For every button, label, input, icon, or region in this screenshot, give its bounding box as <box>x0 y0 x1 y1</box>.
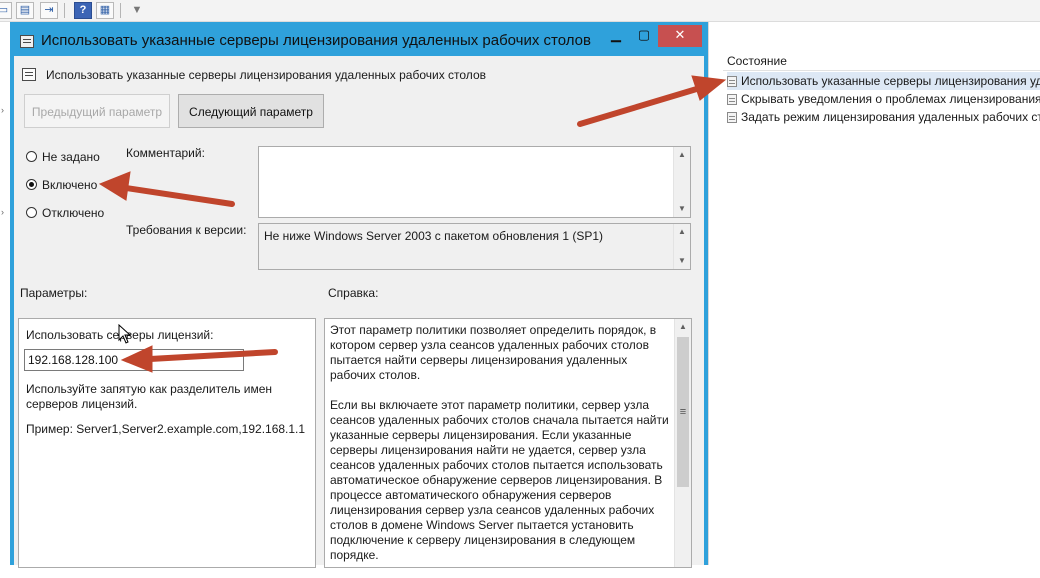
version-scrollbar[interactable]: ▲ ▼ <box>673 224 690 269</box>
comment-textarea[interactable]: ▲ ▼ <box>258 146 691 218</box>
list-item[interactable]: Использовать указанные серверы лицензиро… <box>727 72 1040 90</box>
params-heading: Параметры: <box>20 286 88 300</box>
setting-name: Использовать указанные серверы лицензиро… <box>46 68 486 82</box>
version-label: Требования к версии: <box>126 223 247 237</box>
help-paragraph: Этот параметр политики позволяет определ… <box>330 323 657 382</box>
folder-icon[interactable]: ▭ <box>0 2 12 19</box>
tree-expand-icon[interactable]: › <box>1 208 7 217</box>
help-paragraph: Если вы включаете этот параметр политики… <box>330 398 669 562</box>
version-value: Не ниже Windows Server 2003 с пакетом об… <box>264 229 604 243</box>
export-icon[interactable]: ⇥ <box>40 2 58 19</box>
help-content: Этот параметр политики позволяет определ… <box>330 323 675 578</box>
policy-icon <box>20 35 34 48</box>
policy-setting-icon <box>727 94 737 105</box>
toolbar-separator <box>64 3 65 18</box>
dialog-body: Использовать указанные серверы лицензиро… <box>14 56 704 568</box>
scroll-down-icon[interactable]: ▼ <box>674 201 690 217</box>
scroll-down-icon[interactable]: ▼ <box>674 253 690 269</box>
list-item-label: Скрывать уведомления о проблемах лицензи… <box>741 92 1040 106</box>
next-setting-button[interactable]: Следующий параметр <box>178 94 324 128</box>
help-heading: Справка: <box>328 286 379 300</box>
help-scrollbar[interactable]: ▲ ≡ <box>674 319 691 567</box>
radio-disabled[interactable]: Отключено <box>26 204 104 222</box>
list-item[interactable]: Скрывать уведомления о проблемах лицензи… <box>727 90 1040 108</box>
help-panel: Этот параметр политики позволяет определ… <box>324 318 692 568</box>
scroll-up-icon[interactable]: ▲ <box>674 224 690 240</box>
policy-setting-icon <box>727 112 737 123</box>
tree-expand-icon[interactable]: › <box>1 106 7 115</box>
maximize-button[interactable]: ▢ <box>630 25 658 47</box>
filter-icon[interactable]: ▼ <box>128 2 146 19</box>
radio-label: Не задано <box>42 150 100 164</box>
radio-label: Отключено <box>42 206 105 220</box>
tree-strip: › › <box>0 22 10 565</box>
radio-circle-selected[interactable] <box>26 179 37 190</box>
policy-setting-icon <box>727 76 737 87</box>
dialog-title: Использовать указанные серверы лицензиро… <box>41 32 591 49</box>
list-item-label: Использовать указанные серверы лицензиро… <box>741 74 1040 88</box>
settings-list-pane: Состояние Использовать указанные серверы… <box>708 22 1040 565</box>
comment-scrollbar[interactable]: ▲ ▼ <box>673 147 690 217</box>
scroll-up-icon[interactable]: ▲ <box>675 319 691 335</box>
close-button[interactable]: ✕ <box>658 25 702 47</box>
previous-setting-button[interactable]: Предыдущий параметр <box>24 94 170 128</box>
minimize-button[interactable]: ▁ <box>602 25 630 47</box>
column-header-state[interactable]: Состояние <box>723 52 1040 71</box>
background-toolbar: ▭ ▤ ⇥ ? ▦ ▼ <box>0 0 1040 22</box>
radio-not-configured[interactable]: Не задано <box>26 148 100 166</box>
radio-circle[interactable] <box>26 207 37 218</box>
version-field: Не ниже Windows Server 2003 с пакетом об… <box>258 223 691 270</box>
policy-dialog: Использовать указанные серверы лицензиро… <box>10 22 708 568</box>
radio-circle[interactable] <box>26 151 37 162</box>
scroll-up-icon[interactable]: ▲ <box>674 147 690 163</box>
separator-hint: Используйте запятую как разделитель имен… <box>26 382 273 411</box>
list-item[interactable]: Задать режим лицензирования удаленных ра… <box>727 108 1040 126</box>
help-icon[interactable]: ? <box>74 2 92 19</box>
toolbar-separator <box>120 3 121 18</box>
license-servers-input[interactable] <box>24 349 244 371</box>
radio-label: Включено <box>42 178 98 192</box>
list-item-label: Задать режим лицензирования удаленных ра… <box>741 110 1040 124</box>
comment-label: Комментарий: <box>126 146 205 160</box>
properties-icon[interactable]: ▤ <box>16 2 34 19</box>
view-icon[interactable]: ▦ <box>96 2 114 19</box>
mouse-cursor-icon <box>118 324 132 344</box>
scroll-grip-icon: ≡ <box>679 406 687 418</box>
radio-enabled[interactable]: Включено <box>26 176 97 194</box>
dialog-titlebar[interactable]: Использовать указанные серверы лицензиро… <box>10 22 708 60</box>
options-panel: Использовать серверы лицензий: Используй… <box>18 318 316 568</box>
example-text: Пример: Server1,Server2.example.com,192.… <box>26 422 306 436</box>
policy-icon <box>22 68 36 81</box>
